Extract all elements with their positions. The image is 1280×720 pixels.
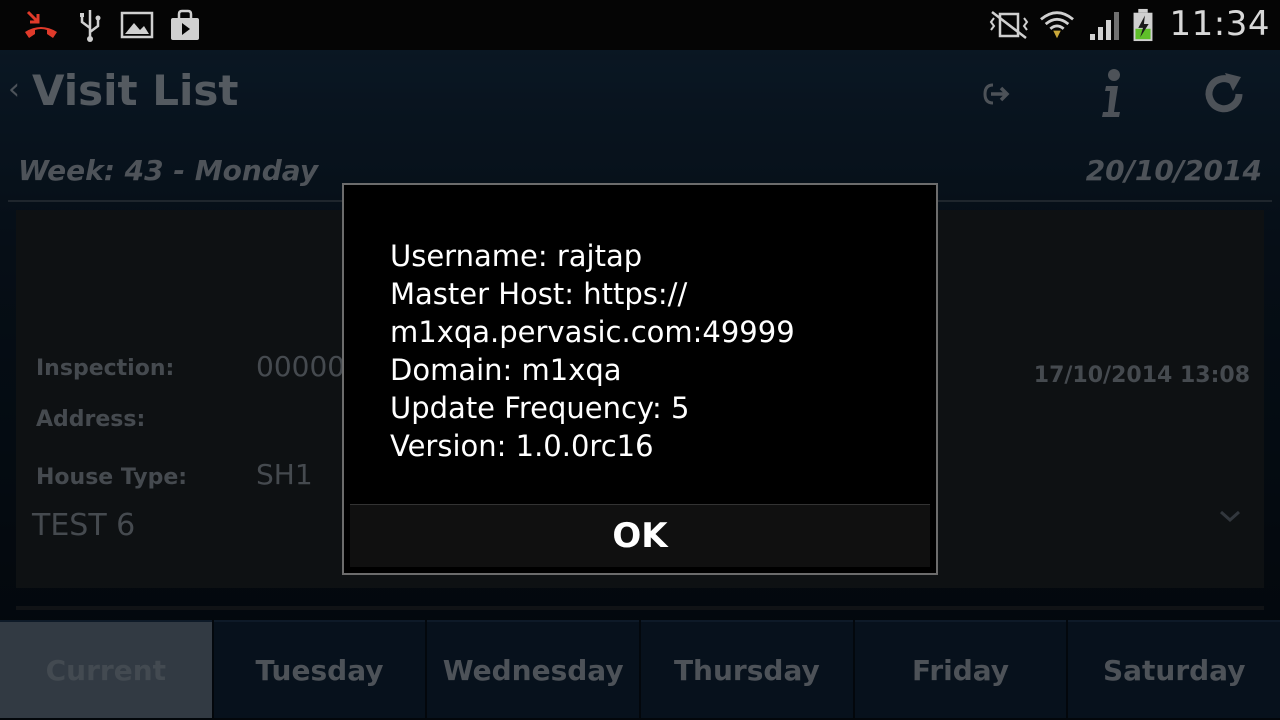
image-icon (120, 11, 154, 39)
username-line: Username: rajtap (390, 239, 643, 273)
ok-button[interactable]: OK (350, 504, 930, 567)
master-host-line: Master Host: https:// (390, 277, 688, 311)
clock: 11:34 (1169, 4, 1270, 44)
signal-icon (1090, 12, 1119, 40)
status-bar: 11:34 (0, 0, 1280, 50)
update-frequency-line: Update Frequency: 5 (390, 391, 690, 425)
vibrate-mute-icon (989, 11, 1029, 39)
domain-line: Domain: m1xqa (390, 353, 622, 387)
master-host-url-line: m1xqa.pervasic.com:49999 (390, 315, 795, 349)
dialog-message: Username: rajtap Master Host: https:// m… (390, 237, 795, 465)
usb-icon (80, 10, 101, 42)
battery-charging-icon (1133, 8, 1153, 42)
version-line: Version: 1.0.0rc16 (390, 429, 654, 463)
wifi-icon (1040, 11, 1074, 39)
missed-call-icon (25, 10, 57, 38)
shopping-bag-icon (171, 9, 199, 40)
info-dialog: Username: rajtap Master Host: https:// m… (342, 183, 938, 575)
